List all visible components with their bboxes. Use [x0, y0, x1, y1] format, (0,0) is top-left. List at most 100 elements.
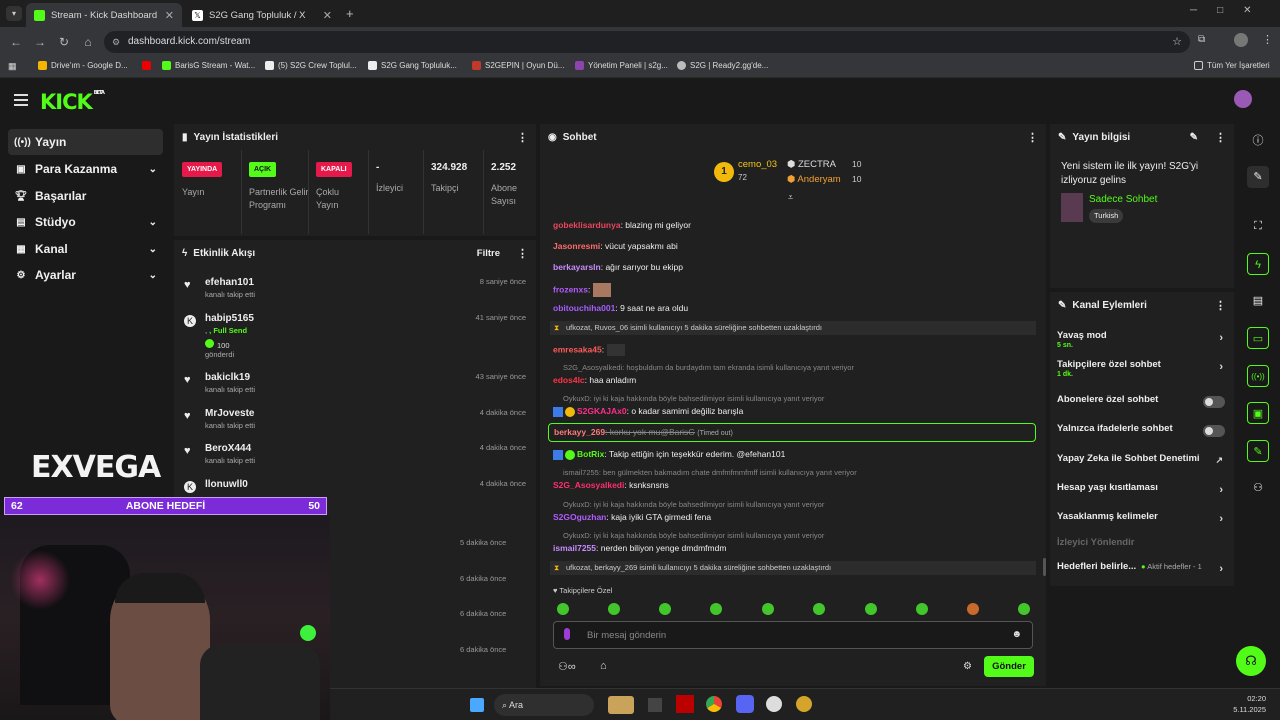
bookmark-item[interactable] — [142, 61, 155, 70]
hamburger-menu-icon[interactable] — [14, 94, 28, 106]
send-button[interactable]: Gönder — [984, 656, 1034, 677]
exvega-watermark: EXVEGA — [31, 450, 161, 485]
users-icon[interactable]: ⚇ — [1247, 477, 1269, 499]
action-slow-mode[interactable]: Yavaş mod 5 sn. › — [1057, 330, 1227, 349]
close-icon[interactable]: ✕ — [165, 9, 174, 22]
home-icon[interactable]: ⌂ — [76, 35, 100, 49]
action-raid[interactable]: İzleyici Yönlendir — [1057, 537, 1227, 548]
broadcast-icon[interactable]: ((•)) — [1247, 365, 1269, 387]
emote-icon[interactable] — [1018, 603, 1030, 615]
back-icon[interactable]: ← — [4, 35, 28, 49]
collapse-icon[interactable]: ⩡ — [788, 192, 793, 203]
chat-icon[interactable]: ▭ — [1247, 327, 1269, 349]
site-info-icon[interactable]: ⚙ — [112, 31, 120, 53]
discord-icon[interactable] — [736, 695, 754, 713]
emote-icon[interactable] — [762, 603, 774, 615]
window-controls[interactable]: ─□✕ — [1190, 5, 1272, 16]
action-account-age[interactable]: Hesap yaşı kısıtlaması › — [1057, 482, 1227, 496]
bookmark-item[interactable]: S2G | Ready2.gg'de... — [677, 61, 768, 70]
panel-icon[interactable]: ▣ — [1247, 402, 1269, 424]
toggle-switch[interactable] — [1203, 396, 1225, 408]
category-link[interactable]: Sadece Sohbet — [1089, 194, 1157, 205]
more-icon[interactable]: ⋮ — [1215, 131, 1226, 144]
profile-avatar[interactable] — [1234, 33, 1248, 47]
action-followers-only[interactable]: Takipçilere özel sohbet 1 dk. › — [1057, 359, 1227, 378]
address-bar[interactable]: ⚙ dashboard.kick.com/stream ☆ — [104, 31, 1190, 53]
chat-input[interactable]: Bir mesaj gönderin ☻ — [553, 621, 1033, 649]
emoji-icon[interactable]: ☻ — [1011, 629, 1022, 640]
obs-icon[interactable] — [766, 696, 782, 712]
top-gifter-name: cemo_03 — [738, 159, 778, 170]
app-icon[interactable] — [796, 696, 812, 712]
windows-start-icon[interactable] — [470, 698, 484, 712]
widget-icon[interactable] — [608, 696, 634, 714]
taskbar-search[interactable]: ⌕ Ara — [494, 694, 594, 716]
nav-basarilar[interactable]: 🏆︎ Başarılar — [8, 183, 163, 209]
bookmark-item[interactable]: BarisG Stream - Wat... — [162, 61, 255, 70]
nav-para-kazanma[interactable]: ▣ Para Kazanma ⌄ — [8, 156, 163, 182]
nav-studyo[interactable]: ▤ Stüdyo ⌄ — [8, 209, 163, 235]
taskview-icon[interactable] — [648, 698, 662, 712]
reload-icon[interactable]: ↻ — [52, 35, 76, 49]
emote-icon[interactable] — [916, 603, 928, 615]
edit-icon[interactable]: ✎ — [1247, 166, 1269, 188]
bookmark-item[interactable]: Yönetim Paneli | s2g... — [575, 61, 668, 70]
action-subscribers-only[interactable]: Abonelere özel sohbet — [1057, 394, 1227, 408]
chevron-down-icon: ⌄ — [148, 216, 157, 228]
edit-icon[interactable]: ✎ — [1190, 132, 1198, 143]
more-icon[interactable]: ⋮ — [1215, 299, 1226, 312]
emote-icon[interactable] — [659, 603, 671, 615]
fullscreen-icon[interactable]: ⛶ — [1247, 215, 1269, 237]
emote-icon[interactable] — [967, 603, 979, 615]
chat-settings-icon[interactable]: ⚙ — [963, 661, 972, 672]
microphone-icon[interactable] — [564, 628, 570, 640]
action-ai-moderation[interactable]: Yapay Zeka ile Sohbet Denetimi ↗ — [1057, 453, 1227, 465]
chat-scrollbar[interactable] — [1043, 558, 1046, 576]
tab-kick-dashboard[interactable]: Stream - Kick Dashboard ✕ — [26, 3, 182, 27]
more-icon[interactable]: ⋮ — [517, 131, 528, 144]
action-emotes-only[interactable]: Yalnızca ifadelerle sohbet — [1057, 423, 1227, 437]
forward-icon[interactable]: → — [28, 35, 52, 49]
filter-button[interactable]: Filtre — [477, 248, 500, 259]
bookmark-item[interactable]: S2GEPIN | Oyun Dü... — [472, 61, 564, 70]
clock[interactable]: 02:20 5.11.2025 — [1233, 693, 1266, 715]
nav-ayarlar[interactable]: ⚙ Ayarlar ⌄ — [8, 262, 163, 288]
emote-icon[interactable] — [813, 603, 825, 615]
more-icon[interactable]: ⋮ — [517, 247, 528, 260]
support-headset-icon[interactable]: ☊ — [1236, 646, 1266, 676]
info-icon[interactable]: ⓘ — [1247, 130, 1269, 152]
bookmark-item[interactable]: S2G Gang Topluluk... — [368, 61, 457, 70]
wrench-icon[interactable]: ✎ — [1247, 440, 1269, 462]
document-icon[interactable]: ▤ — [1247, 290, 1269, 312]
user-avatar[interactable] — [1234, 90, 1252, 108]
all-bookmarks[interactable]: Tüm Yer İşaretleri — [1194, 61, 1270, 70]
app-icon[interactable] — [676, 695, 694, 713]
emote-icon[interactable] — [557, 603, 569, 615]
emote-icon[interactable] — [865, 603, 877, 615]
tab-x[interactable]: 𝕏 S2G Gang Topluluk / X ✕ — [184, 3, 340, 27]
browser-menu-icon[interactable]: ⋮ — [1262, 33, 1273, 46]
store-icon[interactable]: ⌂ — [600, 660, 607, 672]
bookmark-item[interactable]: (5) S2G Crew Toplul... — [265, 61, 357, 70]
apps-grid-icon[interactable]: ▦ — [8, 61, 17, 72]
nav-kanal[interactable]: ▦ Kanal ⌄ — [8, 236, 163, 262]
new-tab-icon[interactable]: + — [346, 6, 354, 21]
more-icon[interactable]: ⋮ — [1027, 131, 1038, 144]
extensions-icon[interactable]: ⧉ — [1198, 34, 1205, 45]
bookmark-star-icon[interactable]: ☆ — [1172, 31, 1182, 53]
bolt-icon[interactable]: ϟ — [1247, 253, 1269, 275]
kick-logo[interactable]: KICK BETA — [40, 90, 105, 114]
emote-icon[interactable] — [710, 603, 722, 615]
chat-message: S2GOguzhan: kaja iyiki GTA girmedi fena — [553, 512, 712, 522]
emote-icon[interactable] — [608, 603, 620, 615]
chat-message: edos4lc: haa anladım — [553, 375, 637, 385]
close-icon[interactable]: ✕ — [323, 9, 332, 22]
action-goals[interactable]: Hedefleri belirle... ● Aktif hedefler - 1… — [1057, 561, 1227, 575]
tab-search-icon[interactable]: ▾ — [6, 6, 22, 21]
chrome-icon[interactable] — [706, 696, 722, 712]
bookmark-item[interactable]: Drive'ım - Google D... — [38, 61, 128, 70]
nav-yayin[interactable]: ((•)) Yayın — [8, 129, 163, 155]
users-icon[interactable]: ⚇∞ — [558, 660, 576, 673]
toggle-switch[interactable] — [1203, 425, 1225, 437]
action-banned-words[interactable]: Yasaklanmış kelimeler › — [1057, 511, 1227, 525]
